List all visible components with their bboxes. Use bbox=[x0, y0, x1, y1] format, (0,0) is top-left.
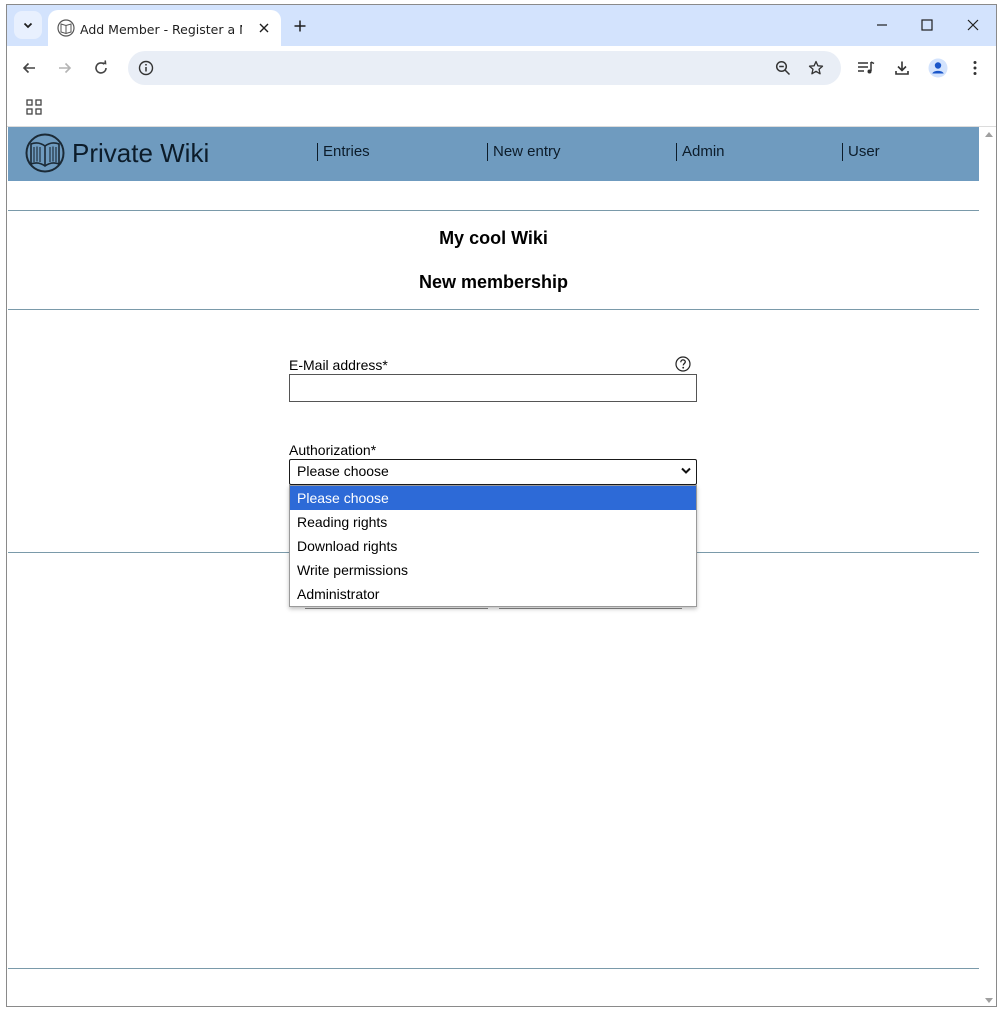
scroll-down-arrow[interactable] bbox=[985, 998, 993, 1003]
tab-title: Add Member - Register a New T bbox=[80, 22, 242, 37]
divider-top bbox=[8, 210, 979, 211]
wiki-name-heading: My cool Wiki bbox=[439, 228, 548, 248]
page-scrollbar[interactable] bbox=[979, 127, 996, 1006]
authorization-dropdown-list: Please choose Reading rights Download ri… bbox=[289, 485, 697, 607]
nav-item-entries[interactable]: Entries bbox=[317, 143, 370, 161]
site-info-button[interactable] bbox=[135, 57, 157, 79]
option-administrator[interactable]: Administrator bbox=[290, 582, 696, 606]
media-control-button[interactable] bbox=[853, 55, 879, 81]
close-icon bbox=[259, 23, 269, 33]
apps-button[interactable] bbox=[24, 97, 44, 117]
minimize-icon bbox=[877, 24, 887, 26]
authorization-label: Authorization* bbox=[289, 442, 377, 458]
profile-icon bbox=[928, 58, 948, 78]
zoom-out-icon bbox=[775, 60, 791, 76]
bookmarks-bar bbox=[7, 89, 996, 125]
chevron-down-icon bbox=[681, 467, 691, 474]
book-icon bbox=[57, 19, 75, 37]
zoom-button[interactable] bbox=[772, 57, 794, 79]
reload-button[interactable] bbox=[88, 55, 114, 81]
email-label: E-Mail address* bbox=[289, 357, 388, 373]
nav-item-new-entry[interactable]: New entry bbox=[487, 143, 561, 161]
divider-heading bbox=[8, 309, 979, 310]
download-icon bbox=[895, 61, 909, 75]
browser-window: Add Member - Register a New T bbox=[6, 4, 997, 1007]
media-control-icon bbox=[858, 61, 875, 74]
tab-search-button[interactable] bbox=[14, 11, 42, 39]
browser-menu-button[interactable] bbox=[962, 55, 988, 81]
reload-icon bbox=[95, 60, 107, 74]
wiki-logo-icon bbox=[25, 133, 65, 173]
chevron-down-icon bbox=[23, 22, 33, 29]
authorization-selected-value: Please choose bbox=[297, 463, 389, 479]
divider-bottom bbox=[8, 968, 979, 969]
star-icon bbox=[808, 60, 824, 75]
maximize-icon bbox=[921, 19, 933, 31]
browser-toolbar bbox=[7, 46, 996, 89]
kebab-menu-icon bbox=[973, 61, 977, 75]
minimize-button[interactable] bbox=[868, 13, 896, 37]
download-button[interactable] bbox=[889, 55, 915, 81]
back-button[interactable] bbox=[16, 55, 42, 81]
help-icon[interactable] bbox=[675, 356, 691, 372]
nav-item-admin[interactable]: Admin bbox=[676, 143, 725, 161]
page-viewport: Private Wiki Entries New entry Admin Use… bbox=[7, 126, 996, 1006]
back-arrow-icon bbox=[22, 62, 35, 74]
site-title: Private Wiki bbox=[72, 138, 210, 168]
option-reading-rights[interactable]: Reading rights bbox=[290, 510, 696, 534]
tab-close-button[interactable] bbox=[255, 19, 273, 37]
tab-active[interactable]: Add Member - Register a New T bbox=[48, 10, 281, 46]
option-write-permissions[interactable]: Write permissions bbox=[290, 558, 696, 582]
scroll-up-arrow[interactable] bbox=[985, 132, 993, 137]
option-download-rights[interactable]: Download rights bbox=[290, 534, 696, 558]
email-field[interactable] bbox=[289, 374, 697, 402]
forward-button[interactable] bbox=[52, 55, 78, 81]
option-please-choose[interactable]: Please choose bbox=[290, 486, 696, 510]
apps-grid-icon bbox=[26, 99, 42, 115]
site-header: Private Wiki Entries New entry Admin Use… bbox=[8, 127, 979, 181]
forward-arrow-icon bbox=[59, 62, 72, 74]
new-tab-button[interactable] bbox=[289, 15, 311, 37]
address-bar[interactable] bbox=[128, 51, 841, 85]
plus-icon bbox=[294, 20, 306, 32]
maximize-button[interactable] bbox=[913, 13, 941, 37]
authorization-select[interactable]: Please choose bbox=[289, 459, 697, 485]
page-title: New membership bbox=[418, 272, 569, 292]
profile-button[interactable] bbox=[925, 55, 951, 81]
window-close-icon bbox=[967, 19, 979, 31]
nav-item-user[interactable]: User bbox=[842, 143, 880, 161]
bookmark-button[interactable] bbox=[805, 57, 827, 79]
window-close-button[interactable] bbox=[959, 13, 987, 37]
tab-strip: Add Member - Register a New T bbox=[7, 5, 996, 46]
info-icon bbox=[138, 60, 154, 76]
